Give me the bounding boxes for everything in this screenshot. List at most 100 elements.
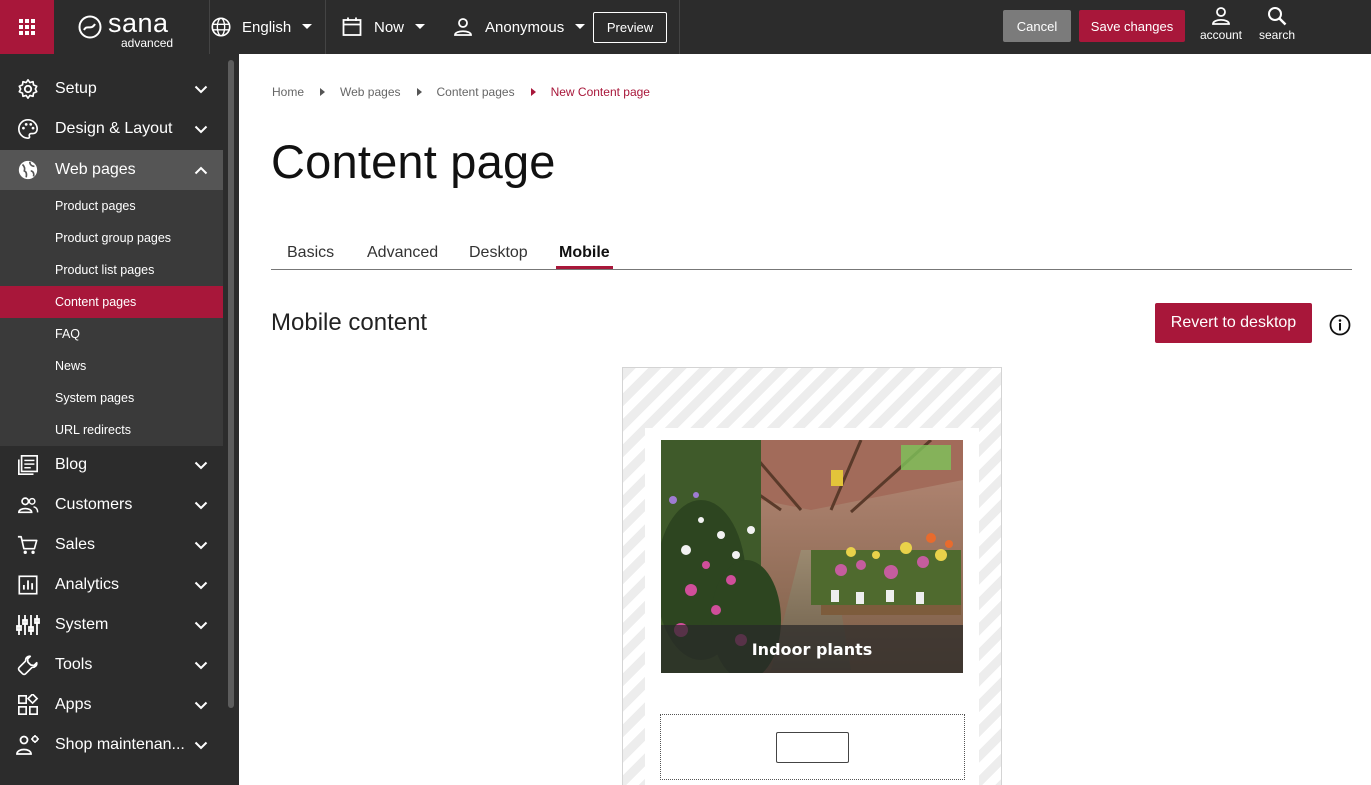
chevron-down-icon xyxy=(191,661,211,670)
cart-icon xyxy=(16,533,40,557)
sidebar-item-label: Blog xyxy=(55,456,88,473)
date-label: Now xyxy=(374,18,405,36)
submenu-item-news[interactable]: News xyxy=(0,350,223,382)
app-launcher-button[interactable] xyxy=(0,0,54,54)
breadcrumb-current: New Content page xyxy=(550,85,650,99)
submenu-item-url-redirects[interactable]: URL redirects xyxy=(0,414,223,446)
palette-icon xyxy=(16,117,40,141)
grid-icon xyxy=(19,19,35,35)
content-placeholder-row xyxy=(660,714,965,780)
sidebar-item-system[interactable]: System xyxy=(0,605,223,645)
blog-icon xyxy=(16,453,40,477)
language-selector[interactable]: English xyxy=(210,0,325,54)
mobile-preview-frame: Indoor plants xyxy=(622,367,1002,785)
active-tab-indicator xyxy=(556,266,613,269)
account-icon xyxy=(1212,7,1230,25)
save-changes-button[interactable]: Save changes xyxy=(1079,10,1185,42)
sidebar-item-label: Apps xyxy=(55,696,92,713)
chevron-down-icon xyxy=(191,125,211,134)
sidebar-item-sales[interactable]: Sales xyxy=(0,525,223,565)
caret-right-icon xyxy=(320,88,326,96)
sidebar: Setup Design & Layout Web pages Product … xyxy=(0,54,239,785)
search-icon xyxy=(1268,7,1287,26)
account-button[interactable]: account xyxy=(1193,6,1249,50)
submenu-item-product-pages[interactable]: Product pages xyxy=(0,190,223,222)
sana-logo-icon xyxy=(78,15,102,39)
sidebar-item-customers[interactable]: Customers xyxy=(0,485,223,525)
sidebar-item-tools[interactable]: Tools xyxy=(0,645,223,685)
breadcrumb-item-home[interactable]: Home xyxy=(272,85,304,99)
web-pages-submenu: Product pages Product group pages Produc… xyxy=(0,190,223,446)
chevron-up-icon xyxy=(191,166,211,175)
maintenance-icon xyxy=(16,733,40,757)
tab-desktop[interactable]: Desktop xyxy=(469,244,528,262)
tab-mobile[interactable]: Mobile xyxy=(559,244,610,262)
sidebar-item-blog[interactable]: Blog xyxy=(0,445,223,485)
sidebar-item-shop-maintenance[interactable]: Shop maintenan... xyxy=(0,725,223,765)
placeholder-button[interactable] xyxy=(776,732,849,763)
wrench-icon xyxy=(16,653,40,677)
page-title: Content page xyxy=(271,135,556,188)
gear-icon xyxy=(16,77,40,101)
tab-bar: Basics Advanced Desktop Mobile xyxy=(271,236,1352,270)
chevron-down-icon xyxy=(191,461,211,470)
chart-icon xyxy=(16,573,40,597)
info-icon[interactable] xyxy=(1329,314,1351,336)
banner-image[interactable]: Indoor plants xyxy=(661,440,963,673)
mobile-preview-content: Indoor plants xyxy=(645,428,979,785)
preview-button[interactable]: Preview xyxy=(593,11,667,43)
sidebar-item-label: Web pages xyxy=(55,161,136,178)
banner-caption: Indoor plants xyxy=(661,625,963,673)
people-icon xyxy=(16,493,40,517)
chevron-down-icon xyxy=(191,741,211,750)
revert-to-desktop-button[interactable]: Revert to desktop xyxy=(1155,303,1312,343)
sana-logo[interactable]: sana advanced xyxy=(54,0,210,54)
sidebar-item-design-layout[interactable]: Design & Layout xyxy=(0,109,223,149)
apps-icon xyxy=(16,693,40,717)
top-bar: sana advanced English Now Anonymous Prev… xyxy=(0,0,1371,54)
sidebar-scrollbar[interactable] xyxy=(228,60,234,708)
chevron-down-icon xyxy=(191,621,211,630)
user-selector[interactable]: Anonymous xyxy=(453,0,593,54)
date-selector[interactable]: Now xyxy=(325,0,453,54)
breadcrumb-item-content-pages[interactable]: Content pages xyxy=(437,85,515,99)
breadcrumb-item-web-pages[interactable]: Web pages xyxy=(340,85,401,99)
tab-basics[interactable]: Basics xyxy=(287,244,334,262)
tab-advanced[interactable]: Advanced xyxy=(367,244,438,262)
topbar-divider xyxy=(679,0,680,54)
logo-text: sana xyxy=(108,7,169,38)
globe-icon xyxy=(211,17,231,37)
person-icon xyxy=(454,18,472,36)
caret-right-icon xyxy=(416,88,422,96)
submenu-item-content-pages[interactable]: Content pages xyxy=(0,286,223,318)
sidebar-item-label: Setup xyxy=(55,80,97,97)
chevron-down-icon xyxy=(191,85,211,94)
search-button[interactable]: search xyxy=(1249,6,1305,50)
sidebar-item-label: System xyxy=(55,616,109,633)
sidebar-item-label: Analytics xyxy=(55,576,120,593)
caret-down-icon xyxy=(415,24,426,29)
user-label: Anonymous xyxy=(485,18,565,36)
sidebar-item-analytics[interactable]: Analytics xyxy=(0,565,223,605)
caret-down-icon xyxy=(302,24,313,29)
sidebar-item-label: Design & Layout xyxy=(55,120,173,137)
chevron-down-icon xyxy=(191,501,211,510)
submenu-item-product-list-pages[interactable]: Product list pages xyxy=(0,254,223,286)
calendar-icon xyxy=(342,17,362,36)
globe-icon xyxy=(16,158,40,182)
breadcrumb: Home Web pages Content pages New Content… xyxy=(272,85,650,99)
sidebar-item-apps[interactable]: Apps xyxy=(0,685,223,725)
submenu-item-faq[interactable]: FAQ xyxy=(0,318,223,350)
caret-right-icon xyxy=(530,88,536,96)
search-label: search xyxy=(1258,28,1296,42)
sidebar-item-label: Tools xyxy=(55,656,93,673)
submenu-item-system-pages[interactable]: System pages xyxy=(0,382,223,414)
account-label: account xyxy=(1199,28,1243,42)
logo-subtext: advanced xyxy=(121,36,174,50)
sidebar-item-web-pages[interactable]: Web pages xyxy=(0,150,223,190)
cancel-button[interactable]: Cancel xyxy=(1003,10,1071,42)
section-title: Mobile content xyxy=(271,309,428,336)
sidebar-item-setup[interactable]: Setup xyxy=(0,69,223,109)
sidebar-item-label: Sales xyxy=(55,536,96,553)
submenu-item-product-group-pages[interactable]: Product group pages xyxy=(0,222,223,254)
